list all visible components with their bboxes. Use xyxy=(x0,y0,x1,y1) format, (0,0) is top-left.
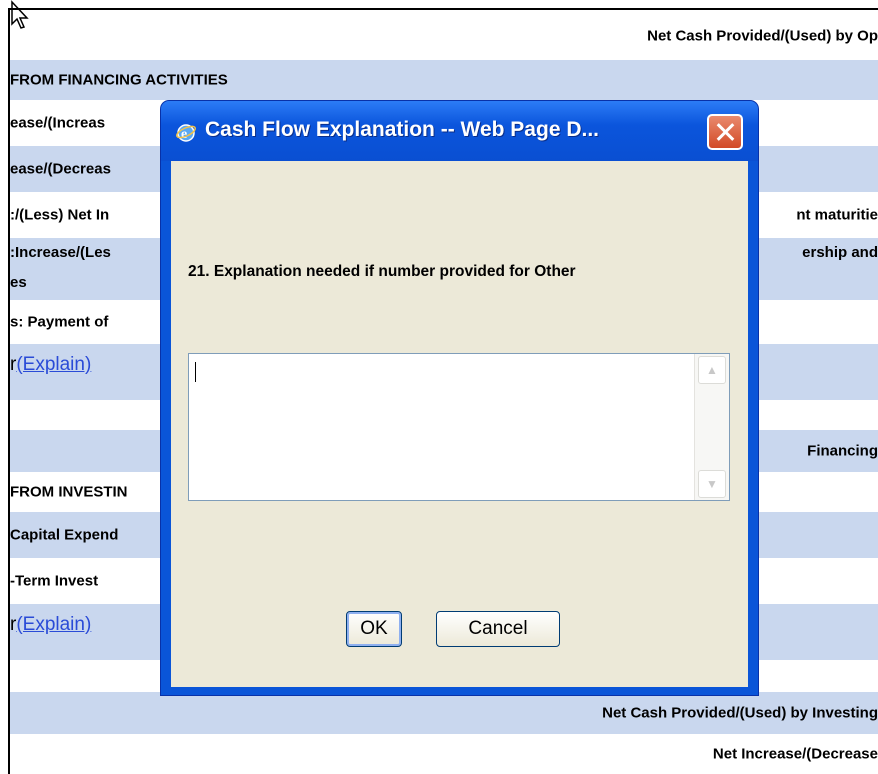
row-label-right: nt maturitie xyxy=(796,206,878,224)
table-row: FROM FINANCING ACTIVITIES xyxy=(10,60,878,100)
scroll-down-icon[interactable]: ▼ xyxy=(698,470,726,498)
row-label: :Increase/(Les xyxy=(10,244,111,261)
vertical-scrollbar[interactable]: ▲ ▼ xyxy=(694,354,729,500)
cash-flow-explanation-dialog: e Cash Flow Explanation -- Web Page D...… xyxy=(161,101,758,695)
cancel-button[interactable]: Cancel xyxy=(436,611,560,647)
row-label: r(Explain) xyxy=(10,354,92,375)
row-label: r(Explain) xyxy=(10,614,92,635)
ok-button[interactable]: OK xyxy=(346,611,402,647)
row-label: ease/(Increas xyxy=(10,114,106,132)
table-row: Net Cash Provided/(Used) by Investing xyxy=(10,692,878,734)
dialog-body: 21. Explanation needed if number provide… xyxy=(171,161,748,687)
row-label: -Term Invest xyxy=(10,572,99,590)
row-label: ease/(Decreas xyxy=(10,160,111,178)
row-label-line2: es xyxy=(10,274,27,291)
web-page: Net Cash Provided/(Used) by Op FROM FINA… xyxy=(0,0,878,774)
row-label-right: Net Cash Provided/(Used) by Investing xyxy=(602,704,878,722)
dialog-title: Cash Flow Explanation -- Web Page D... xyxy=(205,118,599,141)
row-label-right: ership and xyxy=(802,244,878,261)
row-label: Capital Expend xyxy=(10,526,119,544)
row-label-right: Net Increase/(Decrease xyxy=(712,745,878,763)
row-label: s: Payment of xyxy=(10,313,109,331)
text-caret xyxy=(195,362,196,382)
table-row: Net Increase/(Decrease xyxy=(10,734,878,774)
internet-explorer-icon: e xyxy=(176,124,196,142)
explanation-textarea-container: ▲ ▼ xyxy=(188,353,730,501)
row-label-right: Financing xyxy=(807,442,878,460)
section-heading: FROM INVESTIN xyxy=(10,483,128,501)
close-button[interactable] xyxy=(707,114,743,150)
explain-link[interactable]: (Explain) xyxy=(16,354,91,375)
scroll-up-icon[interactable]: ▲ xyxy=(698,356,726,384)
table-row: Net Cash Provided/(Used) by Op xyxy=(10,12,878,60)
row-label: Net Cash Provided/(Used) by Op xyxy=(647,27,878,45)
dialog-title-bar[interactable]: e Cash Flow Explanation -- Web Page D... xyxy=(161,101,758,161)
section-heading: FROM FINANCING ACTIVITIES xyxy=(10,71,228,89)
row-label: :/(Less) Net In xyxy=(10,206,110,224)
explain-link[interactable]: (Explain) xyxy=(16,614,91,635)
explanation-textarea[interactable] xyxy=(189,354,695,500)
question-label: 21. Explanation needed if number provide… xyxy=(188,263,576,280)
